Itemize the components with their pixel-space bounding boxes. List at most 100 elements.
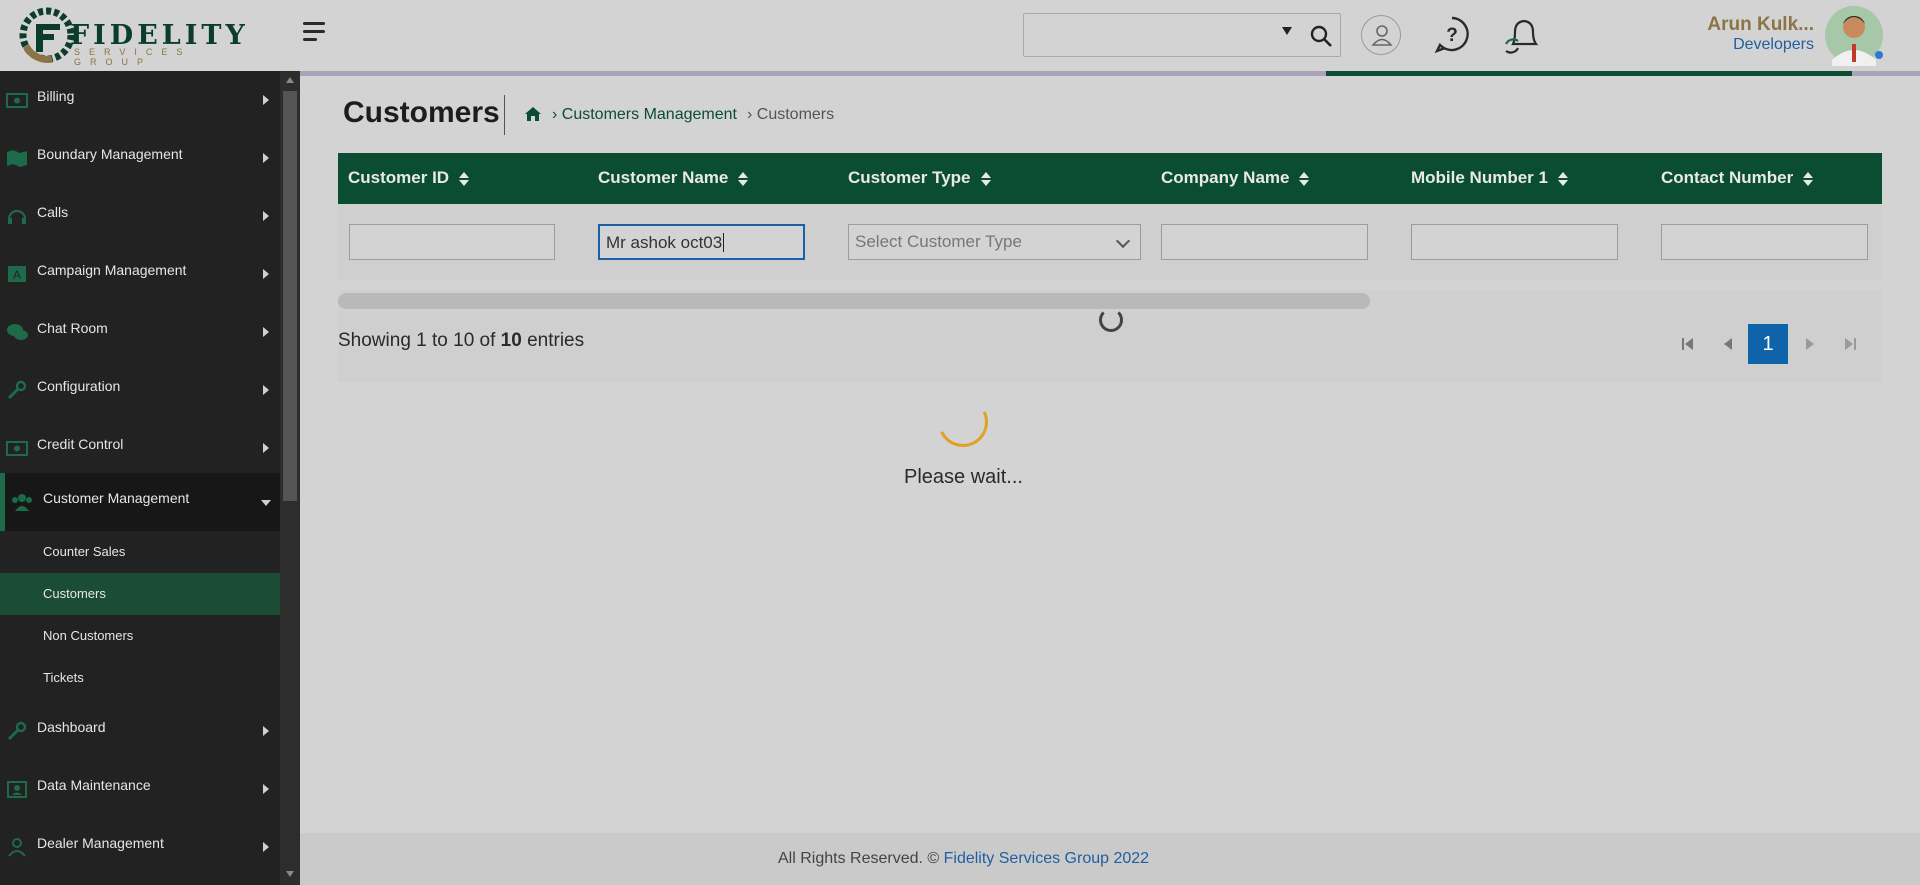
filter-customer-id-input[interactable] (349, 224, 555, 260)
top-header: FIDELITY SERVICES GROUP ? Arun Kulk... D… (0, 0, 1920, 71)
column-header-label: Customer Type (848, 168, 971, 187)
horizontal-scrollbar-thumb[interactable] (338, 293, 1370, 309)
sidebar-item-billing[interactable]: Billing (0, 71, 280, 129)
copyright-text: All Rights Reserved. © Fidelity Services… (778, 850, 1149, 868)
sidebar-item-label: Dealer Management (37, 835, 164, 851)
sidebar-item-chat-room[interactable]: Chat Room (0, 303, 280, 361)
home-icon[interactable] (524, 106, 542, 122)
next-page-button[interactable] (1790, 324, 1830, 364)
scrollbar-thumb[interactable] (283, 91, 297, 501)
company-link[interactable]: Fidelity Services Group 2022 (944, 850, 1149, 867)
entries-info-suffix: entries (521, 330, 585, 351)
loading-spinner-icon (930, 389, 996, 455)
sidebar-item-calls[interactable]: Calls (0, 187, 280, 245)
filter-mobile-number-input[interactable] (1411, 224, 1618, 260)
sidebar-item-dashboard[interactable]: Dashboard (0, 702, 280, 760)
sidebar-item-label: Campaign Management (37, 262, 187, 278)
help-icon[interactable]: ? (1433, 15, 1471, 53)
sort-icon (459, 171, 470, 187)
menu-toggle-icon[interactable] (303, 22, 327, 44)
scroll-down-icon[interactable] (286, 871, 294, 877)
column-header-label: Customer ID (348, 168, 450, 187)
logo-subtext: SERVICES GROUP (74, 47, 192, 67)
table-loading-spinner-icon (1099, 308, 1123, 332)
last-page-button[interactable] (1830, 324, 1870, 364)
chevron-right-icon (263, 385, 269, 395)
column-header-customer-name[interactable]: Customer Name (598, 168, 749, 188)
breadcrumb-customers: › Customers (747, 106, 835, 123)
column-header-mobile-number-1[interactable]: Mobile Number 1 (1411, 168, 1568, 188)
sidebar-item-label: Dashboard (37, 719, 106, 735)
page-title: Customers (343, 96, 500, 129)
title-divider (504, 95, 505, 135)
sidebar-item-label: Credit Control (37, 436, 124, 452)
column-header-contact-number[interactable]: Contact Number (1661, 168, 1814, 188)
user-name[interactable]: Arun Kulk... (1707, 14, 1814, 36)
sidebar-item-label: Calls (37, 204, 69, 220)
chevron-right-icon (263, 95, 269, 105)
previous-page-button[interactable] (1708, 324, 1748, 364)
filter-customer-name-input[interactable]: Mr ashok oct03 (598, 224, 805, 260)
sidebar-item-configuration[interactable]: Configuration (0, 361, 280, 419)
sidebar-item-label: Billing (37, 88, 75, 104)
sidebar-scrollbar[interactable] (280, 71, 300, 885)
entries-info: Showing 1 to 10 of 10 entries (338, 330, 584, 352)
loading-text: Please wait... (904, 466, 1023, 488)
fidelity-logo[interactable]: FIDELITY SERVICES GROUP (18, 6, 258, 67)
chevron-down-icon (1115, 233, 1131, 249)
page-number-button[interactable]: 1 (1748, 324, 1788, 364)
money-icon (6, 93, 28, 108)
sidebar-item-label: Customer Management (43, 490, 190, 506)
wrench-icon (7, 380, 27, 400)
column-header-label: Customer Name (598, 168, 729, 187)
chevron-down-icon (261, 500, 271, 506)
next-page-icon (1806, 338, 1814, 350)
sidebar-item-dealer-management[interactable]: Dealer Management (0, 818, 280, 876)
last-page-icon (1845, 338, 1856, 350)
column-header-customer-type[interactable]: Customer Type (848, 168, 991, 188)
entries-info-prefix: Showing 1 to 10 of (338, 330, 501, 351)
column-header-label: Company Name (1161, 168, 1290, 187)
breadcrumb-customers-management[interactable]: › Customers Management (552, 106, 737, 124)
sidebar-subitem-counter-sales[interactable]: Counter Sales (0, 531, 280, 573)
sidebar-subitem-customers[interactable]: Customers (0, 573, 280, 615)
first-page-button[interactable] (1668, 324, 1708, 364)
user-icon (8, 838, 26, 857)
agent-status-icon[interactable] (1361, 15, 1401, 55)
chat-icon (7, 324, 28, 340)
sidebar-item-label: Boundary Management (37, 146, 183, 162)
select-placeholder: Select Customer Type (855, 232, 1022, 251)
sidebar-item-data-maintenance[interactable]: Data Maintenance (0, 760, 280, 818)
users-icon (12, 494, 32, 511)
search-dropdown-caret-icon[interactable] (1282, 27, 1292, 35)
scroll-up-icon[interactable] (286, 77, 294, 83)
notification-bell-icon[interactable] (1503, 14, 1543, 56)
agent-person-icon (1371, 25, 1393, 46)
chevron-right-icon (263, 153, 269, 163)
chevron-right-icon (263, 327, 269, 337)
sidebar-item-credit-control[interactable]: Credit Control (0, 419, 280, 477)
first-page-icon (1682, 338, 1693, 350)
global-search-input[interactable] (1023, 13, 1341, 57)
user-avatar[interactable] (1824, 4, 1884, 66)
sidebar-subitem-non-customers[interactable]: Non Customers (0, 615, 280, 657)
sidebar-item-campaign-management[interactable]: A Campaign Management (0, 245, 280, 303)
map-icon (7, 150, 27, 167)
filter-customer-name-value: Mr ashok oct03 (606, 233, 723, 252)
svg-text:A: A (13, 268, 21, 282)
sidebar-item-customer-management[interactable]: Customer Management (0, 473, 280, 531)
filter-customer-type-select[interactable]: Select Customer Type (848, 224, 1141, 260)
sort-icon (738, 171, 749, 187)
filter-company-name-input[interactable] (1161, 224, 1368, 260)
chevron-right-icon (263, 784, 269, 794)
sidebar-item-label: Data Maintenance (37, 777, 151, 793)
sidebar-item-boundary-management[interactable]: Boundary Management (0, 129, 280, 187)
sidebar-subitem-tickets[interactable]: Tickets (0, 657, 280, 699)
column-header-company-name[interactable]: Company Name (1161, 168, 1310, 188)
sidebar-subitem-label: Counter Sales (43, 544, 126, 559)
chevron-right-icon (263, 726, 269, 736)
column-header-customer-id[interactable]: Customer ID (348, 168, 470, 188)
search-icon[interactable] (1309, 24, 1333, 48)
user-role: Developers (1733, 36, 1814, 53)
filter-contact-number-input[interactable] (1661, 224, 1868, 260)
